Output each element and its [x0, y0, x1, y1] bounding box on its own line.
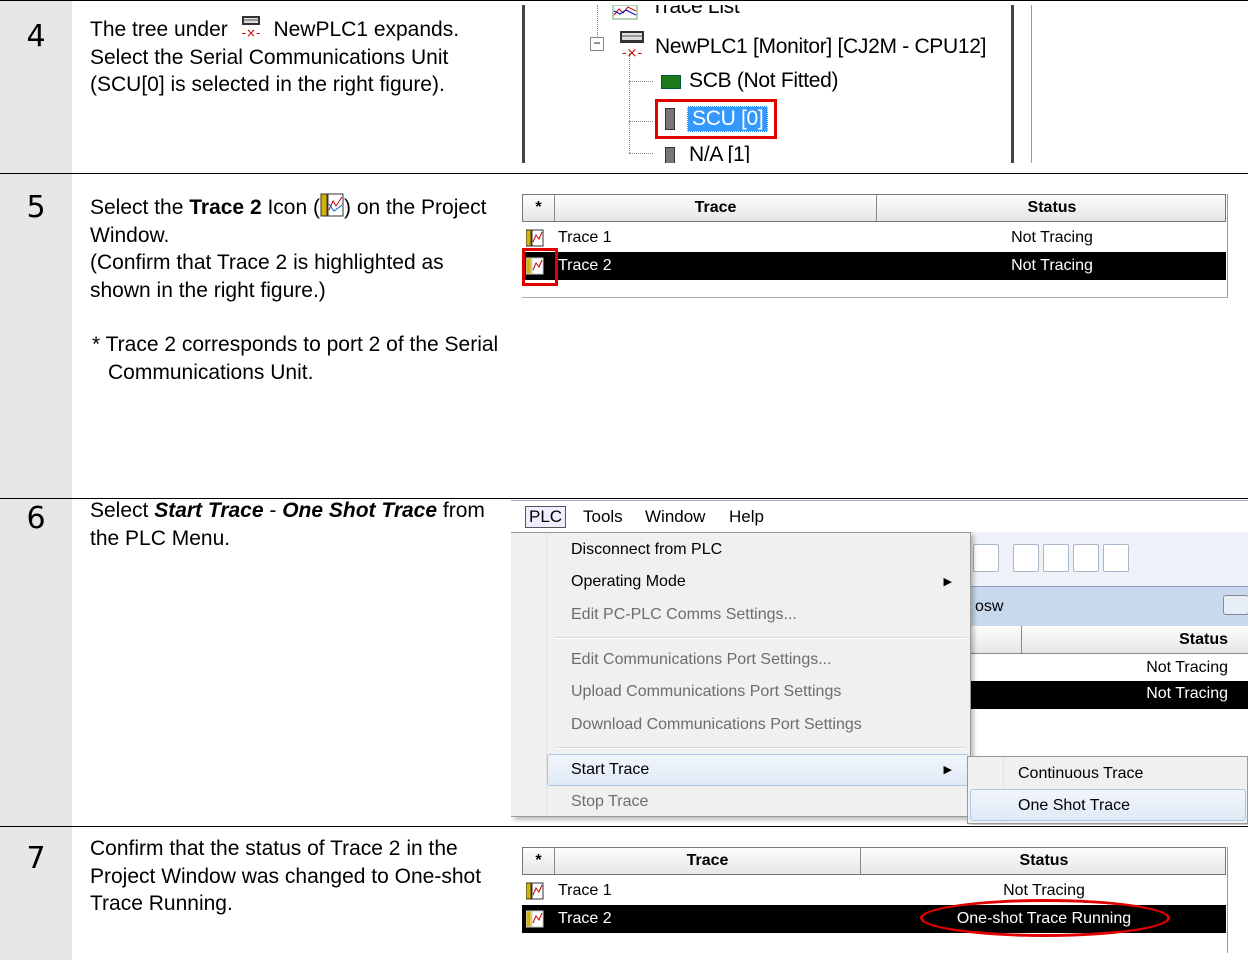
menu-item-stop-trace[interactable]: Stop Trace: [571, 789, 648, 815]
menu-item-disconnect[interactable]: Disconnect from PLC: [571, 537, 722, 563]
trace-name: Trace 2: [558, 257, 612, 274]
svg-text:-×-: -×-: [622, 46, 643, 61]
table-header: * Trace Status: [522, 194, 1226, 222]
menu-separator: [555, 637, 966, 639]
table-row[interactable]: Trace 1 Not Tracing: [522, 224, 1226, 252]
step-number: 7: [26, 841, 46, 876]
menu-separator: [555, 747, 966, 749]
tree-item-na1[interactable]: N/A [1]: [689, 143, 750, 163]
trace-table-screenshot: * Trace Status Trace 1 Not Tracing Trace…: [522, 847, 1228, 953]
trace-status: Not Tracing: [1011, 229, 1093, 246]
column-header[interactable]: *: [523, 195, 555, 221]
toolbar-button[interactable]: [1043, 544, 1069, 572]
tree-item-trace-list[interactable]: Trace List: [651, 5, 740, 19]
menu-item-download-port[interactable]: Download Communications Port Settings: [571, 712, 862, 738]
menu-plc[interactable]: PLC: [525, 506, 567, 528]
step-5-text: Select the Trace 2 Icon () on the Projec…: [90, 192, 500, 386]
minimize-button[interactable]: [1223, 595, 1248, 615]
trace-status: Not Tracing: [1146, 659, 1228, 676]
table-header: * Trace Status: [522, 847, 1226, 875]
plc-icon: -×-: [238, 15, 264, 40]
highlight-box: [655, 99, 777, 139]
trace-name: Trace 2: [558, 910, 612, 927]
trace-icon: [320, 192, 344, 218]
tree-item-scb[interactable]: SCB (Not Fitted): [689, 69, 839, 93]
start-trace-submenu: Continuous Trace One Shot Trace: [967, 756, 1248, 824]
step-number-cell: 7: [0, 827, 72, 960]
svg-text:-×-: -×-: [241, 26, 260, 39]
submenu-arrow-icon: ▶: [943, 576, 952, 588]
tree-item-newplc1[interactable]: NewPLC1 [Monitor] [CJ2M - CPU12]: [655, 35, 986, 59]
column-header[interactable]: *: [523, 848, 555, 874]
highlight-oval: [920, 899, 1170, 937]
submenu-arrow-icon: ▶: [943, 764, 952, 776]
menu-help[interactable]: Help: [729, 507, 764, 527]
column-header[interactable]: Status: [877, 195, 1227, 221]
table-row[interactable]: Trace 1 Not Tracing: [522, 877, 1226, 905]
background-trace-table: Status Not Tracing Not Tracing: [971, 626, 1248, 756]
menu-item-operating-mode[interactable]: Operating Mode: [571, 569, 686, 595]
step-number-cell: 4: [0, 1, 72, 173]
step-7-row: 7 Confirm that the status of Trace 2 in …: [0, 827, 1248, 960]
trace-table-screenshot: * Trace Status Trace 1 Not Tracing Trace…: [522, 194, 1228, 298]
step-7-text: Confirm that the status of Trace 2 in th…: [90, 837, 482, 915]
menu-tools[interactable]: Tools: [583, 507, 623, 527]
step-4-text: The tree under -×- NewPLC1 expands. Sele…: [90, 15, 500, 99]
scrollbar: [1011, 5, 1031, 163]
trace-name: Trace 1: [558, 229, 612, 246]
trace-icon: [525, 882, 544, 900]
table-row-selected[interactable]: Not Tracing: [971, 681, 1248, 709]
step-number: 6: [26, 501, 46, 536]
step-5-note: * Trace 2 corresponds to port 2 of the S…: [92, 333, 499, 384]
trace-icon: [525, 229, 544, 247]
menu-item-continuous-trace[interactable]: Continuous Trace: [1018, 761, 1143, 787]
step-number-cell: 6: [0, 499, 72, 826]
trace-status: Not Tracing: [1011, 257, 1093, 274]
toolbar-button[interactable]: [1073, 544, 1099, 572]
step-number: 4: [26, 19, 46, 54]
menu-item-upload-port[interactable]: Upload Communications Port Settings: [571, 679, 841, 705]
trace-status: Not Tracing: [1146, 685, 1228, 702]
trace-list-icon: [611, 5, 639, 26]
step-4-row: 4 The tree under -×- NewPLC1 expands. Se…: [0, 0, 1248, 174]
unit-icon: [665, 147, 675, 163]
toolbar-button[interactable]: [1103, 544, 1129, 572]
column-header[interactable]: Status: [1179, 631, 1228, 649]
highlight-box: [522, 248, 558, 286]
step-6-text: Select Start Trace - One Shot Trace from…: [90, 499, 485, 550]
plc-icon: -×-: [617, 29, 647, 66]
step-number-cell: 5: [0, 174, 72, 498]
toolbar-button[interactable]: [973, 544, 999, 572]
trace-icon: [525, 910, 544, 928]
board-icon: [661, 75, 681, 89]
collapse-toggle[interactable]: −: [590, 37, 604, 51]
column-header[interactable]: Trace: [555, 848, 861, 874]
column-header[interactable]: Trace: [555, 195, 877, 221]
menu-window[interactable]: Window: [645, 507, 705, 527]
menu-item-one-shot-trace[interactable]: One Shot Trace: [1018, 793, 1130, 819]
menu-bar: PLC Tools Window Help: [511, 500, 1248, 532]
pane-title-bar: osw: [971, 586, 1248, 626]
plc-menu-screenshot: osw Status Not Tracing Not Tracing PLC T…: [511, 500, 1248, 825]
menu-item-edit-comms[interactable]: Edit PC-PLC Comms Settings...: [571, 602, 797, 628]
menu-item-start-trace[interactable]: Start Trace: [571, 757, 649, 783]
project-tree-screenshot: Trace List − -×- NewPLC1 [Monitor] [CJ2M…: [522, 5, 1032, 163]
menu-item-edit-port[interactable]: Edit Communications Port Settings...: [571, 647, 832, 673]
column-header[interactable]: Status: [861, 848, 1227, 874]
trace-name: Trace 1: [558, 882, 612, 899]
step-5-row: 5 Select the Trace 2 Icon () on the Proj…: [0, 174, 1248, 499]
plc-dropdown-menu: Disconnect from PLC Operating Mode ▶ Edi…: [511, 532, 971, 817]
step-number: 5: [26, 190, 46, 225]
table-row-selected[interactable]: Trace 2 Not Tracing: [522, 252, 1226, 280]
toolbar-button[interactable]: [1013, 544, 1039, 572]
